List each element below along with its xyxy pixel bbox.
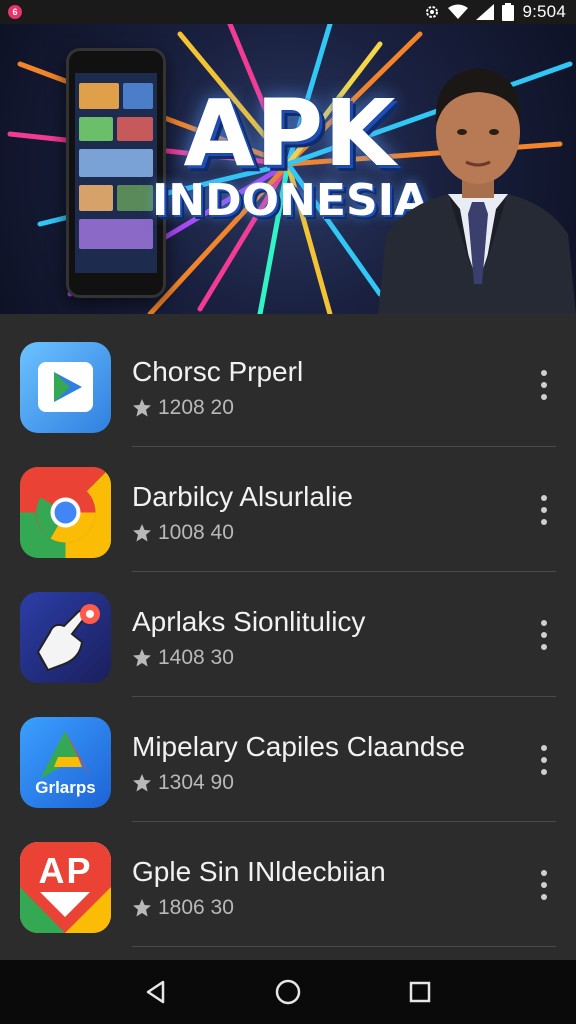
app-name: Aprlaks Sionlitulicy xyxy=(132,606,366,637)
star-icon xyxy=(133,899,151,917)
presenter-photo xyxy=(378,68,576,314)
clock: 9:504 xyxy=(522,2,566,21)
battery-icon xyxy=(502,3,515,21)
list-item[interactable]: Aprlaks Sionlitulicy 1408 30 xyxy=(0,572,576,697)
status-bar: 6 9:504 xyxy=(0,0,576,24)
app-list: Chorsc Prperl 1208 20 Darbilcy Alsurlali… xyxy=(0,322,576,947)
list-item[interactable]: Darbilcy Alsurlalie 1008 40 xyxy=(0,447,576,572)
more-options-icon[interactable] xyxy=(534,370,554,400)
notification-icon: 6 xyxy=(8,5,22,19)
more-options-icon[interactable] xyxy=(534,495,554,525)
app-rating: 1304 90 xyxy=(132,771,234,795)
app-name: Chorsc Prperl xyxy=(132,356,304,387)
icon-label: Grlarps xyxy=(35,778,96,797)
star-icon xyxy=(133,524,151,542)
grlarps-icon: Grlarps xyxy=(20,717,111,808)
list-item[interactable]: Chorsc Prperl 1208 20 xyxy=(0,322,576,447)
app-name: Darbilcy Alsurlalie xyxy=(132,481,353,512)
signal-icon xyxy=(476,4,495,20)
app-rating: 1208 20 xyxy=(132,396,234,420)
more-options-icon[interactable] xyxy=(534,870,554,900)
app-rating: 1806 30 xyxy=(132,896,234,920)
app-rating: 1408 30 xyxy=(132,646,234,670)
icon-label: AP xyxy=(38,850,93,891)
ap-icon: AP xyxy=(20,842,111,933)
hero-banner[interactable]: APK INDONESIA xyxy=(0,24,576,314)
recents-icon[interactable] xyxy=(400,972,440,1012)
list-item[interactable]: Grlarps Mipelary Capiles Claandse 1304 9… xyxy=(0,697,576,822)
play-store-icon xyxy=(20,342,111,433)
app-name: Mipelary Capiles Claandse xyxy=(132,731,466,762)
thumbs-up-icon xyxy=(20,592,111,683)
star-icon xyxy=(133,399,151,417)
more-options-icon[interactable] xyxy=(534,745,554,775)
home-icon[interactable] xyxy=(268,972,308,1012)
more-options-icon[interactable] xyxy=(534,620,554,650)
star-icon xyxy=(133,649,151,667)
app-rating: 1008 40 xyxy=(132,521,234,545)
back-icon[interactable] xyxy=(136,972,176,1012)
chrome-icon xyxy=(20,467,111,558)
settings-icon xyxy=(426,6,439,18)
star-icon xyxy=(133,774,151,792)
list-item[interactable]: AP Gple Sin INldecbiian 1806 30 xyxy=(0,822,576,947)
divider xyxy=(132,946,556,947)
app-name: Gple Sin INldecbiian xyxy=(132,856,386,887)
navigation-bar xyxy=(0,960,576,1024)
wifi-icon xyxy=(448,4,469,19)
